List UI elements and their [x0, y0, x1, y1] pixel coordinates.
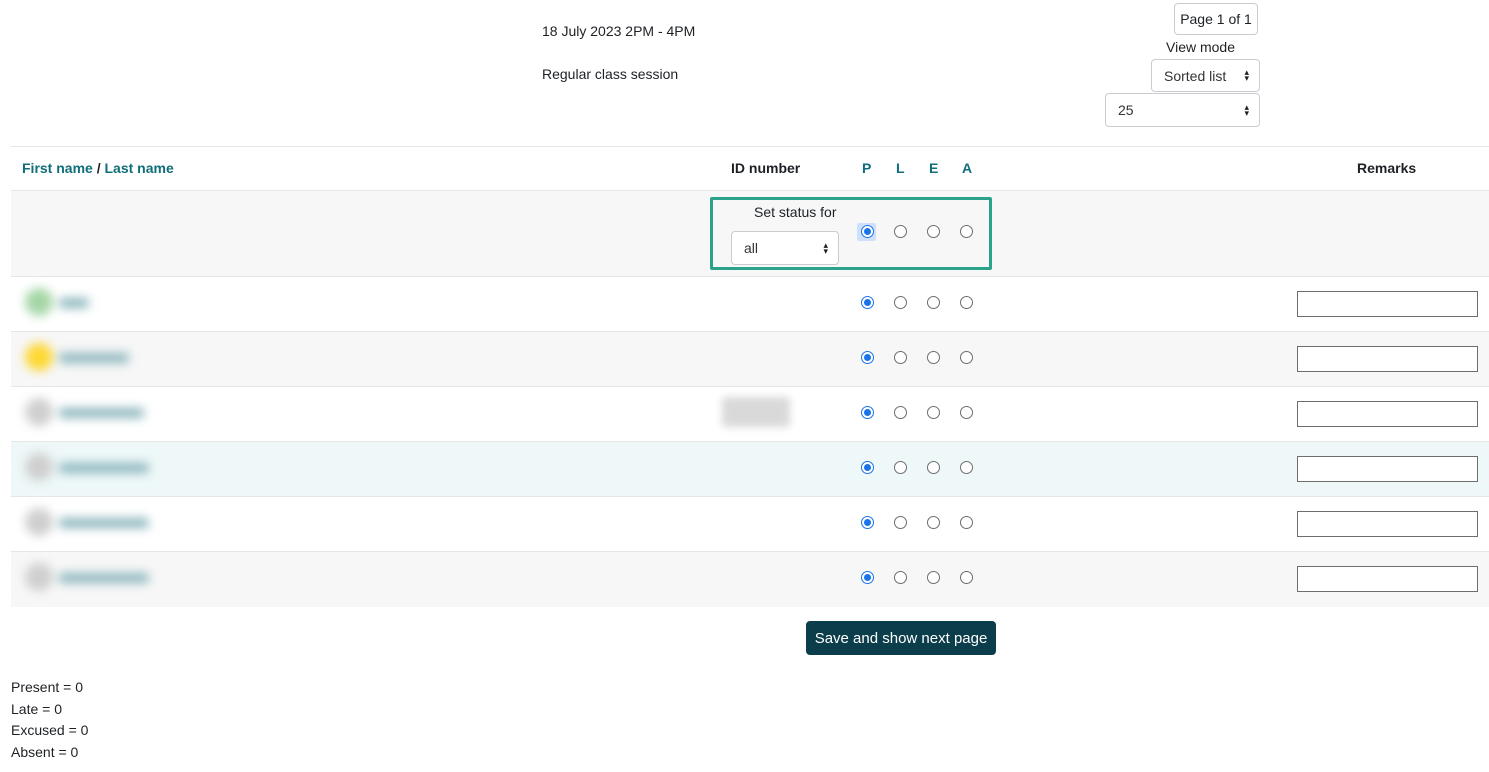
status-radio-l[interactable] — [894, 461, 907, 474]
set-all-status-radio-e[interactable] — [927, 225, 940, 238]
status-radio-p[interactable] — [861, 461, 874, 474]
set-status-label: Set status for — [754, 204, 837, 220]
status-radio-e[interactable] — [927, 351, 940, 364]
status-radio-a[interactable] — [960, 461, 973, 474]
table-row — [11, 276, 1489, 331]
status-radio-l[interactable] — [894, 406, 907, 419]
status-radio-p[interactable] — [861, 351, 874, 364]
avatar — [25, 453, 53, 481]
save-and-next-button[interactable]: Save and show next page — [806, 621, 996, 655]
status-radio-p[interactable] — [861, 571, 874, 584]
blurred-student-name[interactable] — [11, 276, 171, 331]
header-separator: / — [92, 160, 105, 176]
table-row — [11, 551, 1489, 607]
status-radio-a[interactable] — [960, 571, 973, 584]
summary-absent: Absent = 0 — [11, 744, 79, 760]
sort-first-name-link[interactable]: First name — [22, 160, 93, 176]
status-radio-a[interactable] — [960, 516, 973, 529]
avatar — [25, 563, 53, 591]
summary-excused: Excused = 0 — [11, 722, 89, 738]
status-radio-a[interactable] — [960, 351, 973, 364]
status-header-a[interactable]: A — [962, 160, 972, 176]
status-radio-l[interactable] — [894, 296, 907, 309]
student-name-text — [59, 353, 129, 363]
status-radio-a[interactable] — [960, 296, 973, 309]
status-radio-p[interactable] — [861, 406, 874, 419]
select-arrows-icon: ▴ ▾ — [1244, 101, 1249, 118]
student-name-text — [59, 298, 89, 308]
status-radio-e[interactable] — [927, 461, 940, 474]
remarks-input[interactable] — [1297, 566, 1478, 592]
avatar — [25, 288, 53, 316]
table-top-border — [11, 146, 1489, 147]
view-mode-value: Sorted list — [1164, 67, 1227, 84]
sort-last-name-link[interactable]: Last name — [104, 160, 173, 176]
student-name-text — [59, 518, 149, 528]
select-arrows-icon: ▴ ▾ — [823, 239, 828, 256]
per-page-select[interactable]: 25 ▴ ▾ — [1105, 93, 1260, 127]
row-divider — [11, 496, 1489, 497]
pager-label: Page 1 of 1 — [1180, 11, 1252, 27]
status-radio-a[interactable] — [960, 406, 973, 419]
status-radio-p[interactable] — [861, 296, 874, 309]
id-number-header: ID number — [731, 160, 801, 176]
set-status-value: all — [744, 240, 759, 256]
status-radio-l[interactable] — [894, 516, 907, 529]
remarks-input[interactable] — [1297, 291, 1478, 317]
remarks-header: Remarks — [1357, 160, 1417, 176]
set-all-status-radio-a[interactable] — [960, 225, 973, 238]
summary-present: Present = 0 — [11, 679, 83, 695]
status-radio-l[interactable] — [894, 571, 907, 584]
blurred-student-name[interactable] — [11, 441, 171, 496]
name-column-header: First name / Last name — [22, 160, 174, 176]
blurred-student-name[interactable] — [11, 331, 171, 386]
session-date: 18 July 2023 2PM - 4PM — [542, 23, 696, 39]
student-name-text — [59, 463, 149, 473]
remarks-input[interactable] — [1297, 511, 1478, 537]
view-mode-select[interactable]: Sorted list ▴ ▾ — [1151, 59, 1260, 92]
table-row — [11, 441, 1489, 496]
summary-late: Late = 0 — [11, 701, 62, 717]
status-radio-p[interactable] — [861, 516, 874, 529]
blurred-student-name[interactable] — [11, 386, 171, 441]
blurred-id-number — [722, 397, 790, 427]
row-divider — [11, 551, 1489, 552]
avatar — [25, 398, 53, 426]
student-name-text — [59, 408, 144, 418]
row-divider — [11, 386, 1489, 387]
table-row — [11, 331, 1489, 386]
blurred-student-name[interactable] — [11, 496, 171, 551]
status-radio-l[interactable] — [894, 351, 907, 364]
status-header-l[interactable]: L — [896, 160, 905, 176]
remarks-input[interactable] — [1297, 401, 1478, 427]
avatar — [25, 343, 53, 371]
student-name-text — [59, 573, 149, 583]
per-page-value: 25 — [1118, 102, 1134, 118]
row-divider — [11, 276, 1489, 277]
remarks-input[interactable] — [1297, 346, 1478, 372]
remarks-input[interactable] — [1297, 456, 1478, 482]
set-all-status-radio-p[interactable] — [861, 225, 874, 238]
pager[interactable]: Page 1 of 1 — [1174, 3, 1258, 35]
status-radio-e[interactable] — [927, 571, 940, 584]
status-radio-e[interactable] — [927, 296, 940, 309]
status-header-p[interactable]: P — [862, 160, 871, 176]
row-divider — [11, 331, 1489, 332]
status-radio-e[interactable] — [927, 516, 940, 529]
set-all-status-radio-l[interactable] — [894, 225, 907, 238]
select-arrows-icon: ▴ ▾ — [1244, 67, 1249, 83]
table-row — [11, 496, 1489, 551]
view-mode-label: View mode — [1166, 39, 1236, 55]
status-header-e[interactable]: E — [929, 160, 938, 176]
blurred-student-name[interactable] — [11, 551, 171, 606]
row-divider — [11, 441, 1489, 442]
status-radio-e[interactable] — [927, 406, 940, 419]
avatar — [25, 508, 53, 536]
set-status-select[interactable]: all ▴ ▾ — [731, 231, 839, 265]
session-description: Regular class session — [542, 66, 679, 82]
